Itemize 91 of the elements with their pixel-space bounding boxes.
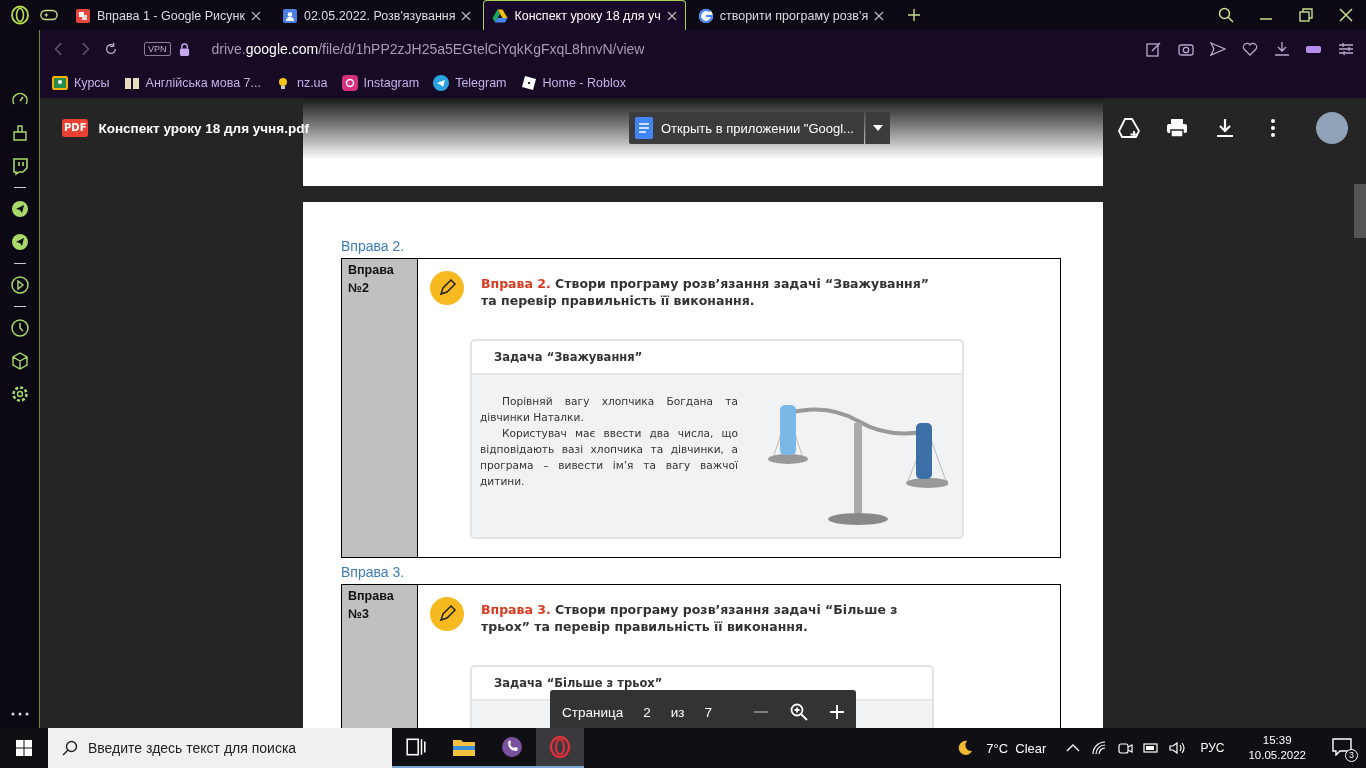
download-icon[interactable] — [1274, 41, 1290, 57]
zoom-icon[interactable] — [789, 703, 808, 721]
person-icon — [281, 7, 298, 24]
taskbar-search-field[interactable]: Введите здесь текст для поиска — [48, 728, 392, 768]
tab-title: створити програму розв'я — [719, 8, 869, 23]
clock-date[interactable]: 10.05.2022 — [1248, 748, 1306, 763]
browser-tab[interactable]: 02.05.2022. Розв'язування — [272, 0, 481, 30]
moon-icon — [957, 740, 974, 756]
file-name: Конспект уроку 18 для учня.pdf — [98, 120, 309, 136]
caret-icon — [872, 125, 883, 131]
document-icon — [635, 117, 653, 139]
notification-icon[interactable] — [1332, 738, 1352, 756]
clock-icon[interactable] — [9, 318, 30, 338]
settings-icon[interactable] — [1338, 41, 1354, 57]
browser-tab[interactable]: Конспект уроку 18 для уч — [483, 0, 686, 30]
vpn-badge[interactable]: VPN — [144, 42, 171, 56]
pencil-icon — [430, 271, 464, 305]
page-label: Страница — [562, 704, 624, 720]
add-to-drive-icon[interactable] — [1118, 117, 1140, 139]
wifi-icon[interactable] — [1091, 740, 1108, 756]
opera-logo-icon — [549, 736, 571, 758]
telegram-icon — [433, 75, 450, 91]
book-icon — [123, 75, 140, 91]
close-icon[interactable] — [1338, 7, 1354, 23]
tab-title: Вправа 1 - Google Рисунк — [97, 8, 245, 23]
battery-icon[interactable] — [1143, 740, 1160, 756]
more-icon[interactable] — [9, 712, 30, 716]
exercise-label: Вправа №2 — [342, 259, 418, 557]
cube-icon[interactable] — [9, 351, 30, 371]
bookmark[interactable]: Instagram — [341, 75, 420, 91]
page-number: 2 — [643, 704, 651, 720]
bookmark[interactable]: Англійська мова 7... — [123, 75, 261, 91]
zoom-in-icon[interactable] — [827, 703, 846, 721]
bookmark[interactable]: Telegram — [433, 75, 507, 91]
snapshot-edit-icon[interactable] — [1146, 41, 1162, 57]
close-icon[interactable] — [461, 10, 472, 21]
play-icon[interactable] — [9, 275, 30, 295]
speaker-icon[interactable] — [1169, 740, 1186, 756]
phone-bubble-icon — [501, 736, 523, 758]
section-heading: Вправа 2. — [341, 238, 406, 254]
camera-icon[interactable] — [1117, 740, 1134, 756]
bookmark[interactable]: Курсы — [52, 75, 110, 91]
pencil-icon — [430, 597, 464, 631]
heart-icon[interactable] — [1242, 41, 1258, 57]
avatar[interactable] — [1316, 112, 1348, 144]
task-paragraph: Порівняй вагу хлопчика Богдана та дівчинки Наталки. — [480, 394, 738, 425]
lock-icon — [178, 42, 190, 56]
instagram-icon — [341, 75, 358, 91]
address-field[interactable]: drive.google.com/file/d/1hPP2zJH25a5EGtelCiYqkKgFxqL8hnvN/view — [211, 41, 645, 57]
clock-time[interactable]: 15:39 — [1262, 733, 1292, 748]
gamepad-icon[interactable] — [40, 8, 58, 22]
send-icon[interactable] — [1210, 41, 1226, 57]
telegram-icon[interactable] — [9, 232, 30, 252]
bookmark[interactable]: Home - Roblox — [520, 75, 626, 91]
camera-icon[interactable] — [1178, 41, 1194, 57]
opera-logo-icon[interactable] — [10, 5, 30, 25]
notification-count: 3 — [1345, 749, 1358, 762]
task-view-icon — [405, 736, 427, 758]
search-icon — [62, 740, 78, 756]
exercise-label: Вправа №3 — [342, 585, 418, 728]
new-tab-icon[interactable] — [908, 9, 921, 21]
task-paragraph: Користувач має ввести два числа, що відповідають вазі хлопчика та дівчинки, а програма – вивести ім’я та вагу важчої дитини. — [480, 426, 738, 489]
slides-icon — [75, 7, 91, 24]
close-icon[interactable] — [666, 10, 677, 21]
exercise-title: Вправа 3. Створи програму розв’язання задачі “Більше з трьох” та перевір правильність її виконання. — [481, 601, 899, 635]
classroom-icon — [52, 75, 68, 91]
page-total: 7 — [704, 704, 712, 720]
tab-title: 02.05.2022. Розв'язування — [303, 8, 456, 23]
close-icon[interactable] — [874, 10, 885, 21]
dropdown-button[interactable] — [864, 112, 890, 144]
tab-title: Конспект уроку 18 для уч — [514, 8, 661, 23]
search-icon[interactable] — [1218, 7, 1234, 23]
drive-icon — [492, 7, 509, 24]
exercise-title: Вправа 2. Створи програму розв’язання задачі “Зважування” та перевір правильність її виконання. — [481, 275, 930, 309]
print-icon[interactable] — [1166, 117, 1188, 139]
bookmark[interactable]: nz.ua — [274, 75, 328, 91]
google-icon — [697, 7, 714, 24]
windows-start-icon[interactable] — [16, 740, 32, 756]
pdf-badge: PDF — [62, 119, 89, 137]
reload-icon[interactable] — [104, 42, 118, 56]
language-indicator[interactable]: РУС — [1200, 741, 1225, 755]
page-of-label: из — [670, 704, 685, 720]
browser-tab[interactable]: створити програму розв'я — [688, 0, 894, 30]
restore-icon[interactable] — [1298, 7, 1314, 23]
settings-icon[interactable] — [9, 384, 30, 404]
section-heading: Вправа 3. — [341, 564, 406, 580]
close-icon[interactable] — [250, 10, 261, 21]
weather-text[interactable]: 7°C Clear — [986, 740, 1047, 756]
scrollbar-thumb[interactable] — [1354, 184, 1366, 238]
browser-tab[interactable]: Вправа 1 - Google Рисунк — [66, 0, 270, 30]
open-with-button[interactable]: Открыть в приложении "Googl... — [629, 112, 864, 144]
